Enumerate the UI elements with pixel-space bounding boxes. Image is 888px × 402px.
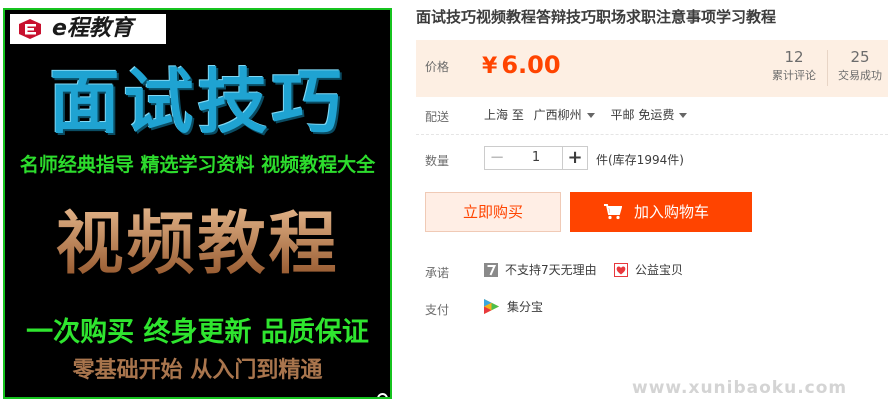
add-to-cart-button[interactable]: 加入购物车 — [570, 192, 752, 232]
product-title: 面试技巧视频教程答辩技巧职场求职注意事项学习教程 — [416, 8, 777, 26]
shipping-destination: 广西柳州 — [533, 108, 582, 122]
image-headline: 面试技巧 — [49, 61, 346, 143]
reviews-stat[interactable]: 12 累计评论 — [764, 48, 824, 86]
zoom-icon[interactable] — [376, 392, 392, 399]
shipping-method: 平邮 免运费 — [610, 108, 675, 122]
chevron-down-icon — [586, 113, 595, 118]
price-amount: 6.00 — [501, 51, 561, 79]
quantity-input[interactable]: 1 — [509, 146, 563, 170]
sales-count: 25 — [850, 48, 870, 66]
shipping-label: 配送 — [425, 110, 450, 124]
charity-badge[interactable]: 公益宝贝 — [614, 262, 683, 278]
chevron-down-icon — [679, 113, 688, 118]
product-image[interactable]: e程教育 面试技巧 名师经典指导 精选学习资料 视频教程大全 视频教程 一次购买… — [0, 0, 398, 402]
image-video-title: 视频教程 — [5, 205, 390, 285]
shipping-from: 上海 至 — [484, 108, 524, 122]
shipping-row: 上海 至 广西柳州 平邮 免运费 — [484, 106, 699, 123]
no-return-badge[interactable]: 不支持7天无理由 — [484, 262, 597, 278]
site-watermark: www.xunibaoku.com — [632, 378, 848, 398]
stock-info: 件(库存1994件) — [596, 153, 684, 167]
payment-method-text: 集分宝 — [507, 300, 544, 314]
seven-day-icon — [484, 262, 498, 277]
product-image-frame: e程教育 面试技巧 名师经典指导 精选学习资料 视频教程大全 视频教程 一次购买… — [3, 8, 392, 399]
image-promise: 一次购买 终身更新 品质保证 — [26, 317, 369, 348]
price-panel: 价格 ¥6.00 12 累计评论 25 交易成功 — [416, 40, 888, 97]
shipping-destination-select[interactable]: 广西柳州 — [534, 106, 607, 123]
charity-icon — [614, 262, 628, 277]
image-tagline: 零基础开始 从入门到精通 — [72, 358, 323, 383]
quantity-increase-button[interactable]: + — [562, 146, 588, 170]
quantity-label: 数量 — [425, 154, 450, 168]
sales-label: 交易成功 — [838, 69, 882, 82]
payment-label: 支付 — [425, 303, 450, 317]
price-value: ¥6.00 — [482, 50, 561, 82]
charity-text: 公益宝贝 — [635, 263, 684, 277]
price-label: 价格 — [425, 60, 450, 74]
image-subheadline: 名师经典指导 精选学习资料 视频教程大全 — [19, 154, 376, 176]
add-to-cart-label: 加入购物车 — [634, 203, 710, 221]
logo-text: e程教育 — [52, 16, 133, 41]
reviews-count: 12 — [784, 48, 804, 66]
payment-method[interactable]: 集分宝 — [484, 299, 543, 315]
brand-logo: e程教育 — [10, 14, 166, 44]
divider — [416, 134, 888, 135]
no-return-text: 不支持7天无理由 — [505, 263, 597, 277]
cart-icon — [604, 204, 622, 220]
shipping-method-select[interactable]: 平邮 免运费 — [611, 106, 700, 123]
stat-divider — [827, 50, 828, 86]
buy-now-button[interactable]: 立即购买 — [425, 192, 561, 232]
jifenbao-icon — [484, 299, 499, 314]
logo-e-icon — [19, 19, 41, 39]
guarantee-label: 承诺 — [425, 266, 450, 280]
quantity-decrease-button[interactable]: − — [484, 146, 510, 170]
currency-symbol: ¥ — [482, 54, 498, 79]
sales-stat: 25 交易成功 — [830, 48, 888, 86]
reviews-label: 累计评论 — [772, 69, 816, 82]
